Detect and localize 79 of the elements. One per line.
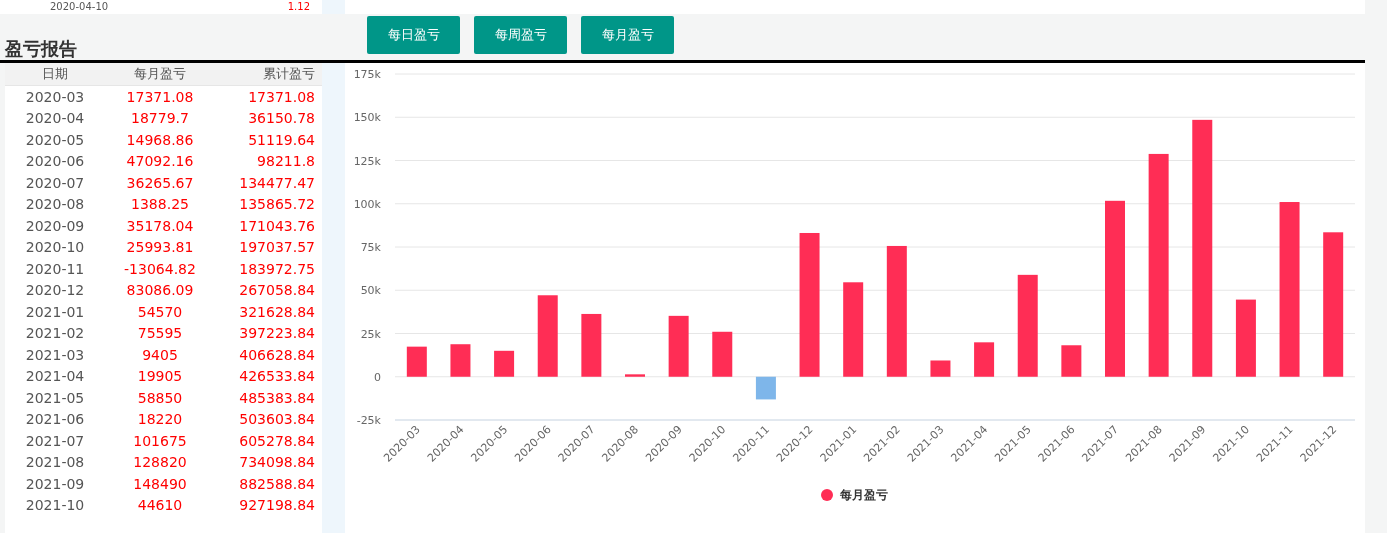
table-cell-text: 426533.84 [238, 368, 315, 385]
period-button[interactable]: 每周盈亏 [474, 16, 567, 54]
table-cell-text: 134477.47 [238, 174, 315, 191]
table-cell-text: 148490 [132, 475, 188, 492]
table-cell-text: 734098.84 [238, 454, 315, 471]
table-cell-text: 2021-10 [24, 497, 86, 514]
table-cell-text: 485383.84 [238, 389, 315, 406]
axis-label: 75k [360, 241, 381, 254]
table-cell-text: 197037.57 [238, 239, 315, 256]
table-cell-text: 2020-04-10 [49, 0, 110, 14]
table-cell-text: 18779.7 [130, 110, 190, 127]
table-cell-text: 75595 [136, 325, 184, 342]
axis-label: -25k [356, 414, 381, 427]
table-cell-text: 19905 [136, 368, 184, 385]
table-cell-text: 267058.84 [238, 282, 315, 299]
table-cell-text: 17371.08 [247, 88, 315, 105]
table-cell-text: 101675 [132, 432, 188, 449]
table-cell-text: 36265.67 [125, 174, 195, 191]
table-cell-text: 2021-04 [24, 368, 86, 385]
table-cell-text: 2021-06 [24, 411, 86, 428]
period-button[interactable]: 每日盈亏 [367, 16, 460, 54]
table-cell-text: 36150.78 [247, 110, 315, 127]
table-cell-text: 2021-08 [24, 454, 86, 471]
table-cell-text: 882588.84 [238, 475, 315, 492]
axis-label: 125k [353, 154, 381, 168]
table-cell-text: 2020-10 [24, 239, 86, 256]
column-header: 每月盈亏 [133, 65, 187, 83]
table-cell-text: 2021-03 [24, 346, 86, 363]
table-cell-text: 2020-12 [24, 282, 86, 299]
table-cell-text: 9405 [141, 346, 179, 363]
table-cell-text: 1388.25 [130, 196, 190, 213]
axis-label: 50k [360, 284, 381, 298]
table-cell-text: 321628.84 [238, 303, 315, 320]
axis-label: 100k [353, 197, 381, 211]
table-cell-text: 14968.86 [125, 131, 195, 148]
report-title: 盈亏报告 [5, 38, 77, 59]
table-cell-text: 2020-11 [24, 260, 86, 277]
table-cell-text: 83086.09 [125, 282, 195, 299]
period-button[interactable]: 每月盈亏 [581, 16, 674, 54]
legend-label: 每月盈亏 [840, 488, 888, 502]
table-cell-text: 605278.84 [238, 432, 315, 449]
table-cell-text: 2021-07 [24, 432, 86, 449]
table-cell-text: 98211.8 [256, 153, 315, 170]
table-cell-text: 128820 [132, 454, 188, 471]
table-cell-text: 171043.76 [238, 217, 315, 234]
table-cell-text: 406628.84 [238, 346, 315, 363]
table-cell-text: 44610 [136, 497, 184, 514]
table-cell-text: 2021-02 [24, 325, 86, 342]
table-cell-text: 2020-07 [24, 174, 86, 191]
table-cell-text: 35178.04 [125, 217, 195, 234]
table-cell-text: 2020-04 [24, 110, 86, 127]
table-cell-text: 183972.75 [238, 260, 315, 277]
table-cell-text: 927198.84 [238, 497, 315, 514]
column-header: 日期 [41, 65, 69, 83]
table-cell-text: 47092.16 [125, 153, 195, 170]
table-cell-text: 51119.64 [247, 131, 315, 148]
table-cell-text: 2021-09 [24, 475, 86, 492]
table-cell-text: 58850 [136, 389, 184, 406]
table-cell-text: 25993.81 [125, 239, 195, 256]
table-cell-text: 397223.84 [238, 325, 315, 342]
table-cell-text: 503603.84 [238, 411, 315, 428]
axis-label: 175k [353, 68, 381, 81]
table-cell-text: 2021-05 [24, 389, 86, 406]
column-header: 累计盈亏 [262, 65, 315, 83]
axis-label: 25k [360, 327, 381, 341]
table-cell-text: 2020-03 [24, 88, 86, 105]
table-cell-text: 2020-05 [24, 131, 86, 148]
axis-label: 150k [353, 111, 381, 125]
table-cell-text: 18220 [136, 411, 184, 428]
table-cell-text: -13064.82 [123, 260, 197, 277]
table-cell-text: 2020-08 [24, 196, 86, 213]
axis-label: 0 [374, 370, 381, 384]
table-cell-text: 1.12 [286, 0, 310, 14]
table-cell-text: 135865.72 [238, 196, 315, 213]
table-cell-text: 2021-01 [24, 303, 86, 320]
table-cell-text: 17371.08 [125, 88, 195, 105]
table-cell-text: 2020-06 [24, 153, 86, 170]
table-cell-text: 54570 [136, 303, 184, 320]
table-cell-text: 2020-09 [24, 217, 86, 234]
